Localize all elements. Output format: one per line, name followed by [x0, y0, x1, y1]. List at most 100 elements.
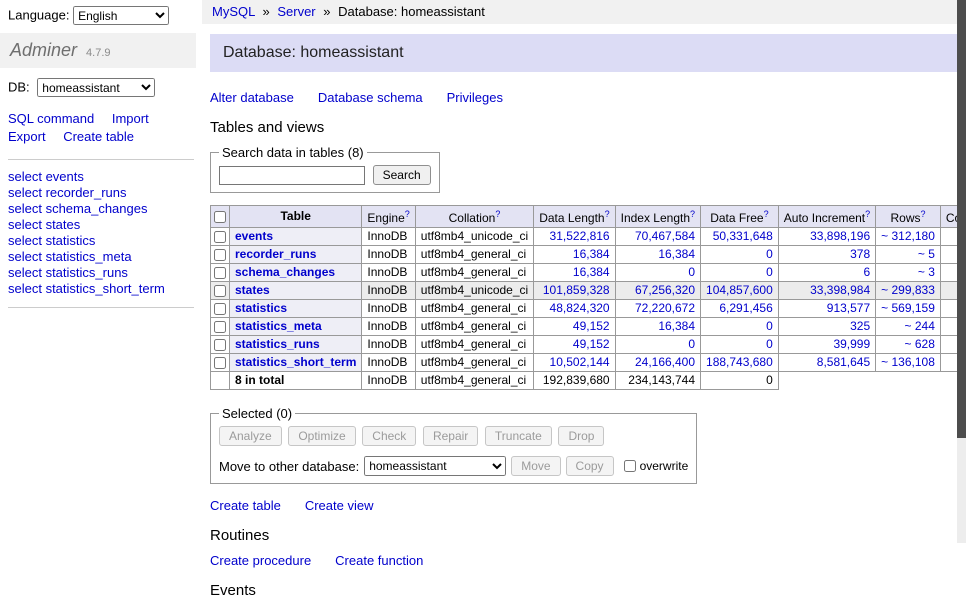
rows-count-link[interactable]: ~ 244	[905, 319, 935, 333]
sidebar-link-import[interactable]: Import	[112, 111, 149, 126]
data-length-link[interactable]: 49,152	[573, 337, 610, 351]
index-length-link[interactable]: 16,384	[658, 319, 695, 333]
help-link[interactable]: ?	[405, 209, 410, 219]
repair-button[interactable]: Repair	[423, 426, 478, 446]
row-checkbox[interactable]	[214, 267, 226, 279]
index-length-link[interactable]: 67,256,320	[635, 283, 695, 297]
help-link[interactable]: ?	[690, 209, 695, 219]
data-length-link[interactable]: 48,824,320	[550, 301, 610, 315]
rows-count-link[interactable]: ~ 136,108	[881, 355, 935, 369]
index-length-link[interactable]: 0	[688, 337, 695, 351]
auto-increment-link[interactable]: 33,898,196	[810, 229, 870, 243]
data-length-link[interactable]: 16,384	[573, 265, 610, 279]
optimize-button[interactable]: Optimize	[288, 426, 355, 446]
db-select[interactable]: homeassistant	[37, 78, 155, 97]
data-length-link[interactable]: 49,152	[573, 319, 610, 333]
table-name-link[interactable]: statistics_runs	[235, 337, 320, 351]
create-function-link[interactable]: Create function	[335, 553, 423, 568]
row-checkbox[interactable]	[214, 321, 226, 333]
index-length-link[interactable]: 72,220,672	[635, 301, 695, 315]
drop-button[interactable]: Drop	[558, 426, 604, 446]
row-checkbox[interactable]	[214, 285, 226, 297]
data-free-link[interactable]: 0	[766, 319, 773, 333]
truncate-button[interactable]: Truncate	[485, 426, 552, 446]
vertical-scrollbar[interactable]	[957, 0, 966, 543]
index-length-link[interactable]: 16,384	[658, 247, 695, 261]
index-length-link[interactable]: 0	[688, 265, 695, 279]
table-name-link[interactable]: statistics_short_term	[235, 355, 356, 369]
sidebar-item-select-states[interactable]: select states	[8, 217, 194, 233]
move-button[interactable]: Move	[511, 456, 560, 476]
help-link[interactable]: ?	[921, 209, 926, 219]
help-link[interactable]: ?	[605, 209, 610, 219]
data-length-link[interactable]: 16,384	[573, 247, 610, 261]
help-link[interactable]: ?	[764, 209, 769, 219]
check-button[interactable]: Check	[362, 426, 416, 446]
sidebar-item-select-schema-changes[interactable]: select schema_changes	[8, 201, 194, 217]
create-view-link[interactable]: Create view	[305, 498, 374, 513]
analyze-button[interactable]: Analyze	[219, 426, 282, 446]
breadcrumb-link-mysql[interactable]: MySQL	[212, 4, 255, 19]
data-free-link[interactable]: 0	[766, 247, 773, 261]
data-length-link[interactable]: 101,859,328	[543, 283, 610, 297]
search-input[interactable]	[219, 166, 365, 185]
data-free-link[interactable]: 0	[766, 337, 773, 351]
auto-increment-link[interactable]: 39,999	[833, 337, 870, 351]
data-free-link[interactable]: 104,857,600	[706, 283, 773, 297]
table-name-link[interactable]: statistics	[235, 301, 287, 315]
rows-count-link[interactable]: ~ 569,159	[881, 301, 935, 315]
rows-count-link[interactable]: ~ 299,833	[881, 283, 935, 297]
rows-count-link[interactable]: ~ 628	[905, 337, 935, 351]
create-table-link[interactable]: Create table	[210, 498, 281, 513]
sidebar-item-select-events[interactable]: select events	[8, 169, 194, 185]
index-length-link[interactable]: 70,467,584	[635, 229, 695, 243]
data-free-link[interactable]: 0	[766, 265, 773, 279]
breadcrumb-link-server[interactable]: Server	[277, 4, 315, 19]
auto-increment-link[interactable]: 8,581,645	[817, 355, 870, 369]
auto-increment-link[interactable]: 33,398,984	[810, 283, 870, 297]
auto-increment-link[interactable]: 325	[850, 319, 870, 333]
data-length-link[interactable]: 31,522,816	[550, 229, 610, 243]
data-length-link[interactable]: 10,502,144	[550, 355, 610, 369]
data-free-link[interactable]: 50,331,648	[713, 229, 773, 243]
data-free-link[interactable]: 188,743,680	[706, 355, 773, 369]
rows-count-link[interactable]: ~ 5	[918, 247, 935, 261]
table-name-link[interactable]: schema_changes	[235, 265, 335, 279]
row-checkbox[interactable]	[214, 339, 226, 351]
sidebar-item-select-statistics-runs[interactable]: select statistics_runs	[8, 265, 194, 281]
row-checkbox[interactable]	[214, 303, 226, 315]
create-procedure-link[interactable]: Create procedure	[210, 553, 311, 568]
help-link[interactable]: ?	[495, 209, 500, 219]
sidebar-item-select-recorder-runs[interactable]: select recorder_runs	[8, 185, 194, 201]
select-all-checkbox[interactable]	[214, 211, 226, 223]
copy-button[interactable]: Copy	[566, 456, 614, 476]
alter-database-link[interactable]: Alter database	[210, 90, 294, 105]
table-name-link[interactable]: statistics_meta	[235, 319, 322, 333]
auto-increment-link[interactable]: 6	[863, 265, 870, 279]
row-checkbox[interactable]	[214, 231, 226, 243]
scrollbar-thumb[interactable]	[957, 0, 966, 438]
overwrite-checkbox[interactable]	[624, 460, 636, 472]
privileges-link[interactable]: Privileges	[447, 90, 503, 105]
row-checkbox[interactable]	[214, 249, 226, 261]
move-db-select[interactable]: homeassistant	[364, 456, 506, 476]
sidebar-link-sql-command[interactable]: SQL command	[8, 111, 94, 126]
table-name-link[interactable]: recorder_runs	[235, 247, 316, 261]
sidebar-item-select-statistics[interactable]: select statistics	[8, 233, 194, 249]
language-select[interactable]: English	[73, 6, 169, 25]
index-length-link[interactable]: 24,166,400	[635, 355, 695, 369]
rows-count-link[interactable]: ~ 312,180	[881, 229, 935, 243]
auto-increment-link[interactable]: 913,577	[827, 301, 870, 315]
sidebar-item-select-statistics-short-term[interactable]: select statistics_short_term	[8, 281, 194, 297]
database-schema-link[interactable]: Database schema	[318, 90, 423, 105]
auto-increment-link[interactable]: 378	[850, 247, 870, 261]
sidebar-link-export[interactable]: Export	[8, 129, 46, 144]
rows-count-link[interactable]: ~ 3	[918, 265, 935, 279]
table-name-link[interactable]: events	[235, 229, 273, 243]
table-name-link[interactable]: states	[235, 283, 270, 297]
search-button[interactable]: Search	[373, 165, 431, 185]
data-free-link[interactable]: 6,291,456	[719, 301, 772, 315]
sidebar-item-select-statistics-meta[interactable]: select statistics_meta	[8, 249, 194, 265]
row-checkbox[interactable]	[214, 357, 226, 369]
help-link[interactable]: ?	[865, 209, 870, 219]
